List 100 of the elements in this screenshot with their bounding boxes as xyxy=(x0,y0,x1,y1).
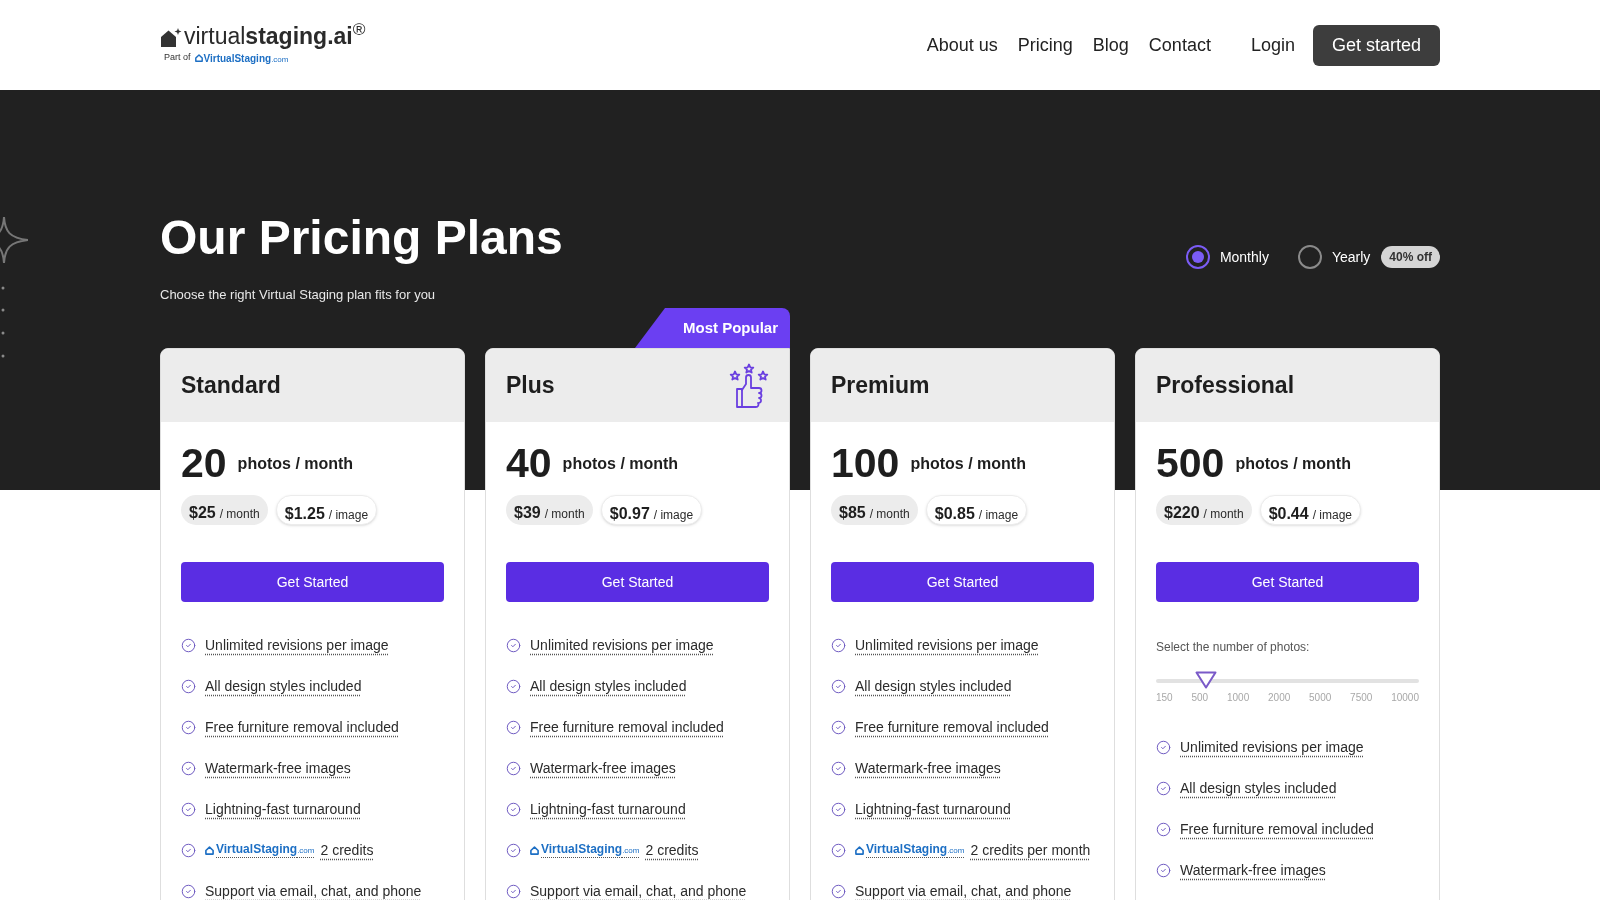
check-circle-icon xyxy=(181,883,196,899)
count-unit: photos / month xyxy=(237,453,354,474)
feature-text: Support via email, chat, and phone xyxy=(530,882,747,900)
slider-tick-label: 500 xyxy=(1191,692,1209,704)
check-circle-icon xyxy=(831,842,846,858)
slider-tick-label: 2000 xyxy=(1268,692,1291,704)
nav-link[interactable]: Blog xyxy=(1092,31,1129,59)
plan-name: Plus xyxy=(506,371,555,401)
house-icon xyxy=(855,845,864,855)
check-circle-icon xyxy=(831,719,846,735)
sparkle-icon xyxy=(0,217,28,263)
feature-text: Lightning-fast turnaround xyxy=(205,800,361,818)
slider-tick-label: 10000 xyxy=(1391,692,1419,704)
slider-thumb[interactable] xyxy=(1194,671,1217,689)
check-circle-icon xyxy=(831,760,846,776)
check-circle-icon xyxy=(506,801,521,817)
feature-text: All design styles included xyxy=(1180,779,1337,797)
brand-logo-text: VirtualStaging.com xyxy=(216,841,315,858)
price-tag: $0.44 / image xyxy=(1259,495,1362,525)
price-tag: $25 / month xyxy=(181,495,268,525)
plan-name: Professional xyxy=(1156,371,1295,401)
feature-text: Free furniture removal included xyxy=(530,718,724,736)
feature-text: Free furniture removal included xyxy=(855,718,1049,736)
slider-label: Select the number of photos: xyxy=(1156,640,1311,654)
slider-tick-label: 150 xyxy=(1156,692,1173,704)
check-circle-icon xyxy=(831,637,846,653)
get-started-button[interactable]: Get Started xyxy=(1156,562,1419,602)
feature-text: Unlimited revisions per image xyxy=(855,636,1039,654)
feature-text: Watermark-free images xyxy=(530,759,676,777)
check-circle-icon xyxy=(181,842,196,858)
house-icon xyxy=(530,845,539,855)
count-unit: photos / month xyxy=(562,453,679,474)
price-tag: $0.97 / image xyxy=(600,495,703,525)
feature-text: Unlimited revisions per image xyxy=(530,636,714,654)
login-link[interactable]: Login xyxy=(1250,31,1295,59)
check-circle-icon xyxy=(181,719,196,735)
feature-text: Watermark-free images xyxy=(1180,861,1326,879)
house-icon xyxy=(205,845,214,855)
feature-text: 2 credits per month xyxy=(970,841,1091,859)
price-tag: $39 / month xyxy=(506,495,593,525)
check-circle-icon xyxy=(506,637,521,653)
get-started-button[interactable]: Get Started xyxy=(506,562,769,602)
parent-brand-text: VirtualStaging.com xyxy=(203,51,289,66)
check-circle-icon xyxy=(506,883,521,899)
feature-text: All design styles included xyxy=(855,677,1012,695)
feature-text: 2 credits xyxy=(320,841,374,859)
billing-option[interactable]: Monthly xyxy=(1185,245,1269,269)
check-circle-icon xyxy=(1156,821,1171,837)
check-circle-icon xyxy=(506,842,521,858)
nav-link[interactable]: Contact xyxy=(1148,31,1211,59)
photo-count: 20 xyxy=(181,443,227,484)
photo-count: 100 xyxy=(831,443,900,484)
plan-name: Premium xyxy=(831,371,930,401)
feature-text: Lightning-fast turnaround xyxy=(855,800,1011,818)
slider-tick-label: 5000 xyxy=(1309,692,1332,704)
check-circle-icon xyxy=(831,801,846,817)
check-circle-icon xyxy=(1156,862,1171,878)
feature-text: All design styles included xyxy=(205,677,362,695)
feature-text: Free furniture removal included xyxy=(1180,820,1374,838)
photo-count: 40 xyxy=(506,443,552,484)
photo-count: 500 xyxy=(1156,443,1225,484)
feature-text: Watermark-free images xyxy=(205,759,351,777)
brand-logo-text: VirtualStaging.com xyxy=(866,841,965,858)
check-circle-icon xyxy=(181,637,196,653)
tagline-text: Part of xyxy=(164,51,191,65)
billing-option[interactable]: Yearly xyxy=(1297,245,1371,269)
feature-text: Support via email, chat, and phone xyxy=(205,882,422,900)
house-icon xyxy=(194,54,203,62)
price-tag: $0.85 / image xyxy=(925,495,1028,525)
slider-tick-label: 1000 xyxy=(1226,692,1250,704)
price-tag: $1.25 / image xyxy=(275,495,378,525)
slider-tick-label: 7500 xyxy=(1350,692,1373,704)
feature-text: 2 credits xyxy=(645,841,699,859)
nav-link[interactable]: Pricing xyxy=(1017,31,1073,59)
feature-text: Free furniture removal included xyxy=(205,718,399,736)
feature-text: All design styles included xyxy=(530,677,687,695)
nav-link[interactable]: About us xyxy=(926,31,998,59)
count-unit: photos / month xyxy=(1235,453,1351,474)
check-circle-icon xyxy=(1156,739,1171,755)
house-sparkle-icon xyxy=(160,26,182,48)
check-circle-icon xyxy=(831,678,846,694)
brand-logo-text: VirtualStaging.com xyxy=(541,841,640,858)
check-circle-icon xyxy=(506,760,521,776)
feature-text: Watermark-free images xyxy=(855,759,1001,777)
page-title: Our Pricing Plans xyxy=(160,214,563,262)
check-circle-icon xyxy=(181,678,196,694)
count-unit: photos / month xyxy=(910,453,1026,474)
check-circle-icon xyxy=(831,883,846,899)
check-circle-icon xyxy=(506,719,521,735)
check-circle-icon xyxy=(1156,780,1171,796)
get-started-button[interactable]: Get Started xyxy=(831,562,1094,602)
get-started-button[interactable]: Get Started xyxy=(181,562,444,602)
feature-text: Unlimited revisions per image xyxy=(1180,738,1364,756)
feature-text: Lightning-fast turnaround xyxy=(530,800,686,818)
check-circle-icon xyxy=(506,678,521,694)
get-started-button[interactable]: Get started xyxy=(1312,24,1440,66)
brand-wordmark: virtualstaging.ai$^{®}$ xyxy=(184,24,366,48)
discount-badge: 40% off xyxy=(1381,246,1440,268)
ribbon: Most Popular xyxy=(635,308,790,348)
check-circle-icon xyxy=(181,760,196,776)
